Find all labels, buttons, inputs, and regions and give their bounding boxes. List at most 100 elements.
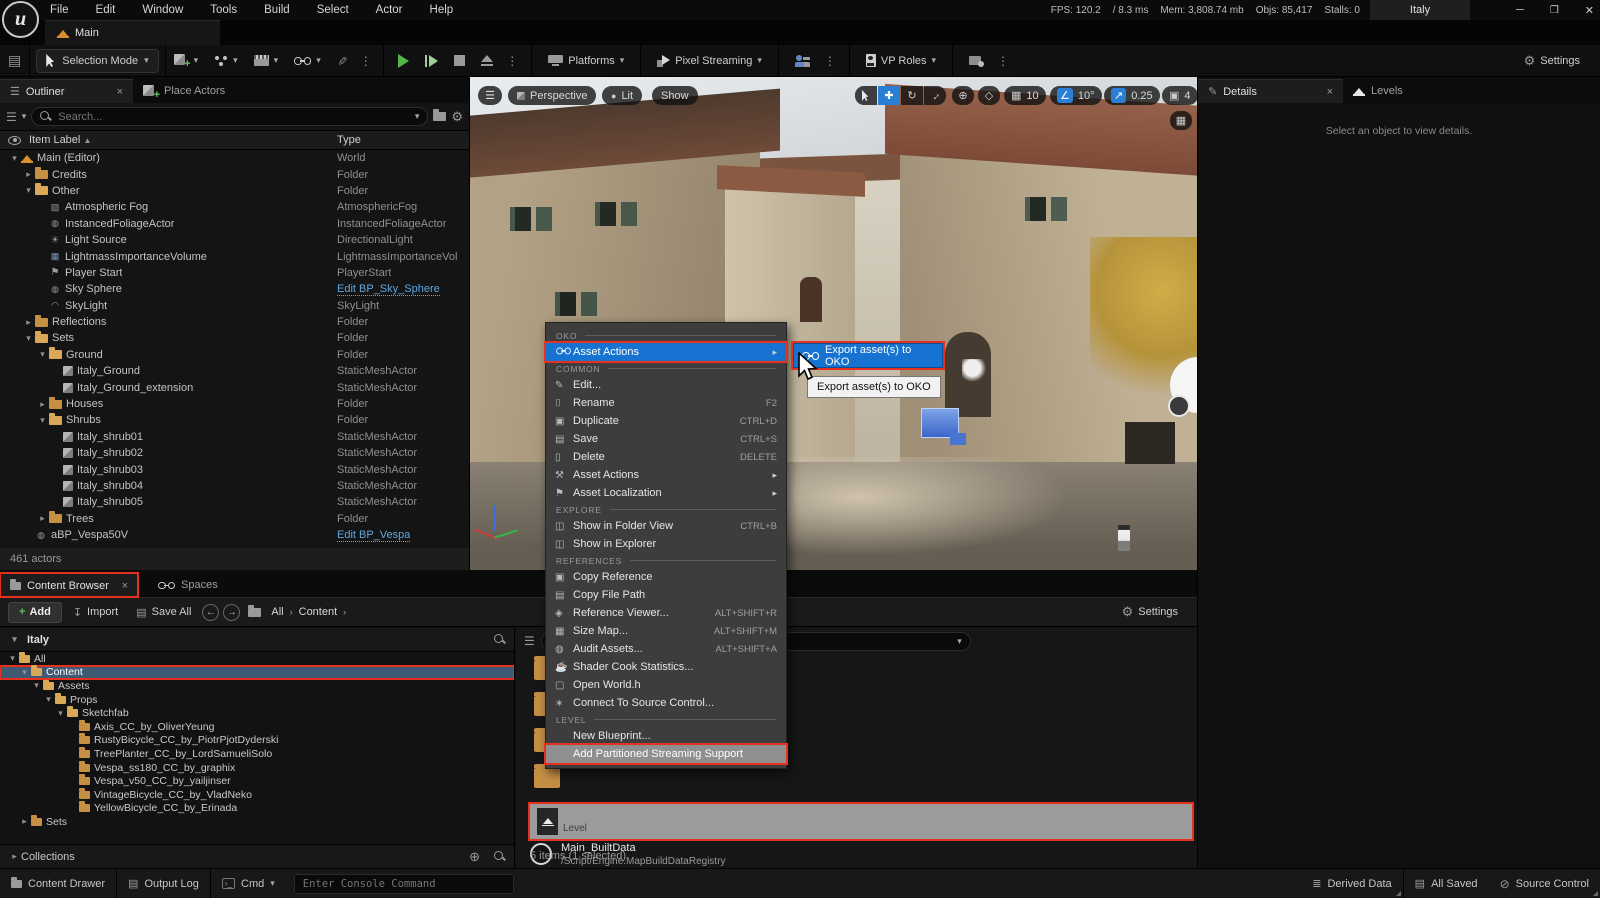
collections-row[interactable]: ▸ Collections ⊕ — [0, 844, 514, 868]
outliner-row[interactable]: ▾SetsFolder — [0, 330, 469, 346]
scale-snap-control[interactable]: ↗0.25 — [1104, 86, 1160, 105]
menu-item-shader-cook-statistics[interactable]: ☕Shader Cook Statistics... — [546, 658, 786, 676]
expander-icon[interactable]: ▸ — [22, 169, 35, 180]
scale-tool[interactable]: ↔ — [924, 86, 946, 105]
breadcrumb-content[interactable]: Content — [299, 606, 338, 618]
vp-roles-dropdown[interactable]: VP Roles▾ — [858, 45, 944, 77]
grid-snap-control[interactable]: ▦10 — [1004, 86, 1046, 105]
menu-item-show-in-folder-view[interactable]: ◫Show in Folder ViewCTRL+B — [546, 517, 786, 535]
content-tree-row[interactable]: Vespa_ss180_CC_by_graphix — [0, 761, 514, 775]
maximize-button[interactable]: ❒ — [1550, 5, 1559, 16]
close-icon[interactable]: × — [122, 580, 128, 592]
content-tree-row[interactable]: ▾All — [0, 652, 514, 666]
outliner-row[interactable]: ▸HousesFolder — [0, 396, 469, 412]
visibility-column-eye-icon[interactable] — [8, 136, 21, 145]
eject-button[interactable] — [473, 45, 501, 77]
outliner-row[interactable]: ▾GroundFolder — [0, 347, 469, 363]
outliner-row[interactable]: Italy_shrub03StaticMeshActor — [0, 461, 469, 477]
virtual-camera-button[interactable] — [961, 45, 992, 77]
play-button[interactable] — [390, 45, 417, 77]
menu-help[interactable]: Help — [430, 4, 454, 16]
menu-item-open-world-h[interactable]: ▢Open World.h — [546, 676, 786, 694]
tab-levels[interactable]: Levels — [1343, 79, 1413, 103]
outliner-row[interactable]: ▾Main (Editor)World — [0, 150, 469, 166]
expander-icon[interactable]: ▾ — [18, 667, 31, 678]
content-tree-row[interactable]: Vespa_v50_CC_by_yailjinser — [0, 774, 514, 788]
outliner-row[interactable]: Italy_shrub04StaticMeshActor — [0, 478, 469, 494]
outliner-row[interactable]: ◍Sky SphereEdit BP_Sky_Sphere — [0, 281, 469, 297]
cinematics-button[interactable]: ▾ — [246, 45, 287, 77]
tab-main-level[interactable]: Main — [45, 20, 220, 45]
menu-item-reference-viewer[interactable]: ◈Reference Viewer...ALT+SHIFT+R — [546, 604, 786, 622]
lit-dropdown[interactable]: ●Lit — [602, 86, 642, 105]
search-collections-icon[interactable] — [494, 851, 506, 863]
menu-item-delete[interactable]: ▯DeleteDELETE — [546, 448, 786, 466]
content-tree-row[interactable]: RustyBicycle_CC_by_PiotrPjotDyderski — [0, 734, 514, 748]
settings-button[interactable]: ⚙Settings — [1516, 45, 1588, 77]
world-space-toggle[interactable]: ⊕ — [952, 86, 974, 105]
content-tree-row[interactable]: VintageBicycle_CC_by_VladNeko — [0, 788, 514, 802]
tab-spaces[interactable]: Spaces — [148, 573, 228, 597]
save-all-button[interactable]: ▤Save All — [129, 598, 198, 626]
all-saved-button[interactable]: ▤All Saved — [1404, 869, 1489, 898]
content-tree-row[interactable]: ▾Assets — [0, 679, 514, 693]
collaboration-button[interactable] — [787, 45, 819, 77]
outliner-row[interactable]: Italy_shrub05StaticMeshActor — [0, 494, 469, 510]
actor-type-link[interactable]: Edit BP_Sky_Sphere — [337, 283, 440, 296]
tab-details[interactable]: ✎ Details × — [1198, 79, 1343, 103]
outliner-row[interactable]: Italy_GroundStaticMeshActor — [0, 363, 469, 379]
menu-actor[interactable]: Actor — [376, 4, 403, 16]
menu-item-size-map[interactable]: ▦Size Map...ALT+SHIFT+M — [546, 622, 786, 640]
expander-icon[interactable]: ▾ — [8, 153, 21, 164]
outliner-row[interactable]: ⚑Player StartPlayerStart — [0, 265, 469, 281]
menu-select[interactable]: Select — [317, 4, 349, 16]
output-log-button[interactable]: ▤Output Log — [117, 869, 210, 898]
expander-icon[interactable]: ▸ — [18, 816, 31, 827]
outliner-row[interactable]: ▸ReflectionsFolder — [0, 314, 469, 330]
close-button[interactable]: ✕ — [1585, 4, 1594, 17]
menu-item-copy-file-path[interactable]: ▤Copy File Path — [546, 586, 786, 604]
platforms-dropdown[interactable]: Platforms▾ — [540, 45, 632, 77]
toolbar-overflow-dots[interactable]: ⋮ — [355, 54, 377, 68]
content-tree-row[interactable]: ▾Content — [0, 666, 514, 680]
save-level-button[interactable]: ▤ — [0, 45, 29, 77]
outliner-row[interactable]: ▸TreesFolder — [0, 511, 469, 527]
pixel-streaming-dropdown[interactable]: Pixel Streaming▾ — [649, 45, 770, 77]
expander-icon[interactable]: ▾ — [54, 708, 67, 719]
play-options-dots[interactable]: ⋮ — [501, 54, 523, 68]
outliner-row[interactable]: ▦LightmassImportanceVolumeLightmassImpor… — [0, 248, 469, 264]
menu-tools[interactable]: Tools — [210, 4, 237, 16]
outliner-row[interactable]: ▸CreditsFolder — [0, 166, 469, 182]
filter-chevron-icon[interactable]: ▾ — [22, 111, 27, 122]
menu-item-edit[interactable]: ✎Edit... — [546, 376, 786, 394]
outliner-settings-gear-icon[interactable]: ⚙ — [451, 109, 463, 125]
expander-icon[interactable]: ▸ — [36, 399, 49, 410]
outliner-search-input[interactable] — [58, 111, 409, 123]
expander-icon[interactable]: ▾ — [42, 694, 55, 705]
minimize-button[interactable]: ─ — [1516, 4, 1524, 16]
viewport-options-menu[interactable]: ☰ — [478, 86, 502, 105]
menu-item-asset-actions[interactable]: ⚒Asset Actions▸ — [546, 466, 786, 484]
outliner-row[interactable]: Italy_Ground_extensionStaticMeshActor — [0, 379, 469, 395]
forward-button[interactable]: → — [223, 604, 240, 621]
new-folder-icon[interactable] — [433, 112, 446, 121]
expander-icon[interactable]: ▸ — [36, 513, 49, 524]
column-item-label[interactable]: Item Label ▲ — [29, 134, 91, 146]
back-button[interactable]: ← — [202, 604, 219, 621]
outliner-row[interactable]: ☀Light SourceDirectionalLight — [0, 232, 469, 248]
content-tree-row[interactable]: Axis_CC_by_OliverYeung — [0, 720, 514, 734]
select-tool[interactable] — [855, 86, 877, 105]
camera-speed-control[interactable]: ▣4 — [1162, 86, 1197, 105]
search-icon[interactable] — [494, 634, 506, 646]
close-icon[interactable]: × — [117, 86, 123, 98]
stop-button[interactable] — [446, 45, 473, 77]
outliner-row[interactable]: ▨Atmospheric FogAtmosphericFog — [0, 199, 469, 215]
menu-item-copy-reference[interactable]: ▣Copy Reference — [546, 568, 786, 586]
show-dropdown[interactable]: Show — [652, 86, 698, 105]
tab-place-actors[interactable]: Place Actors — [133, 79, 235, 103]
content-tree-row[interactable]: TreePlanter_CC_by_LordSamueliSolo — [0, 747, 514, 761]
selection-mode-dropdown[interactable]: Selection Mode ▾ — [36, 49, 158, 73]
menu-item-audit-assets[interactable]: ◍Audit Assets...ALT+SHIFT+A — [546, 640, 786, 658]
rotation-snap-control[interactable]: ∠10° — [1050, 86, 1102, 105]
selected-level-asset-row[interactable]: Level — [530, 804, 1192, 839]
